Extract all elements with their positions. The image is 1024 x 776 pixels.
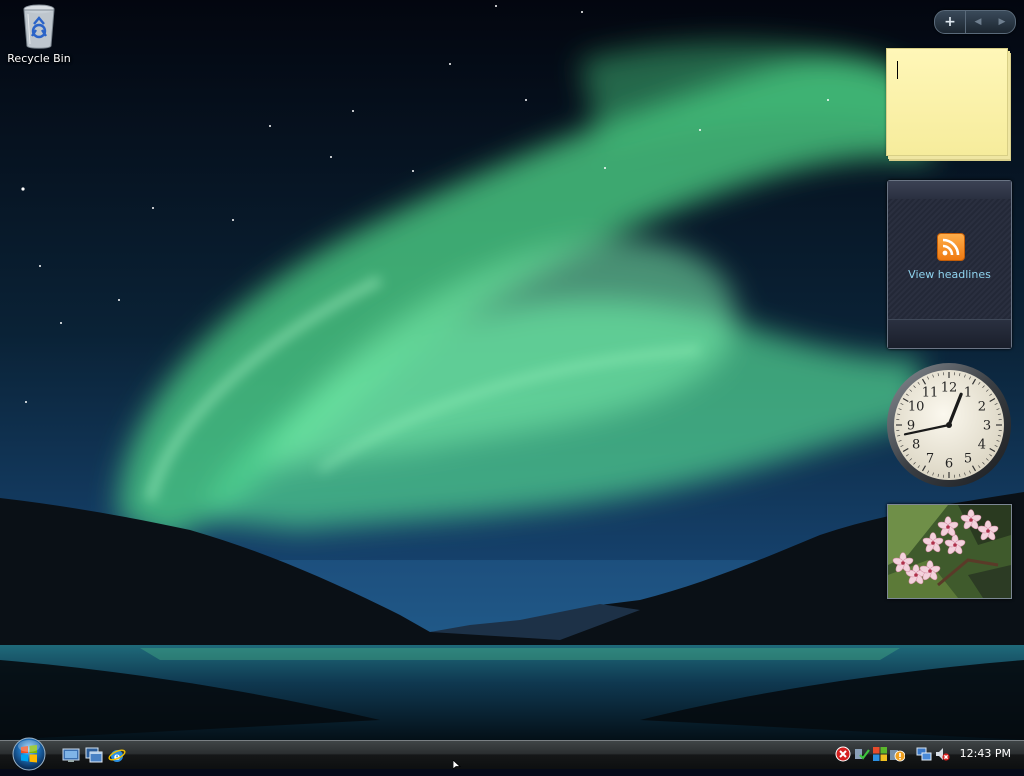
clock-numeral: 1	[964, 386, 972, 401]
clock-numeral: 3	[983, 419, 991, 434]
taskbar-clock[interactable]: 12:43 PM	[960, 747, 1011, 760]
start-button[interactable]	[8, 736, 50, 772]
volume-muted-icon[interactable]	[934, 746, 950, 762]
clock-numeral: 11	[922, 386, 939, 401]
notification-area: 12:43 PM	[834, 741, 1024, 769]
slideshow-gadget[interactable]	[887, 504, 1012, 599]
next-gadget-page-button[interactable]: ▶	[990, 11, 1014, 33]
windows-update-icon[interactable]	[872, 746, 888, 762]
clock-numeral: 6	[945, 457, 953, 472]
desktop-wallpaper	[0, 0, 1024, 740]
feed-header-bar	[888, 181, 1011, 199]
show-desktop-icon[interactable]	[62, 746, 80, 764]
text-caret	[897, 61, 898, 79]
feed-footer-bar	[888, 319, 1011, 348]
clock-numeral: 4	[978, 438, 986, 453]
clock-gadget[interactable]: 12 12 3 45678 9 1011	[886, 362, 1012, 488]
security-alert-icon[interactable]	[835, 746, 851, 762]
rss-icon[interactable]	[937, 233, 965, 261]
network-icon[interactable]	[916, 746, 932, 762]
clock-numeral: 9	[907, 419, 915, 434]
clock-numeral: 10	[908, 400, 925, 415]
recycle-bin-label: Recycle Bin	[4, 52, 74, 65]
switch-windows-icon[interactable]	[85, 746, 103, 764]
feed-headlines-gadget[interactable]: View headlines	[887, 180, 1012, 349]
clock-numeral: 5	[964, 451, 972, 466]
sidebar-controls: + ◀ ▶	[934, 10, 1016, 34]
clock-numeral: 8	[912, 438, 920, 453]
clock-numeral: 12	[941, 381, 958, 396]
clock-numeral: 2	[978, 400, 986, 415]
clock-numeral: 7	[926, 451, 934, 466]
note-paper[interactable]	[886, 48, 1008, 156]
view-headlines-link[interactable]: View headlines	[888, 268, 1011, 281]
previous-gadget-page-button[interactable]: ◀	[966, 11, 990, 33]
recycle-bin-shortcut[interactable]: Recycle Bin	[4, 2, 74, 65]
internet-explorer-icon[interactable]: e	[108, 746, 126, 764]
add-gadget-button[interactable]: +	[935, 11, 966, 33]
taskbar: e 12:43 PM	[0, 740, 1024, 769]
recycle-bin-icon	[19, 2, 59, 50]
warning-icon[interactable]	[889, 746, 905, 762]
network-check-icon[interactable]	[854, 746, 870, 762]
notes-gadget[interactable]	[886, 48, 1010, 160]
mouse-cursor-icon	[453, 760, 463, 770]
